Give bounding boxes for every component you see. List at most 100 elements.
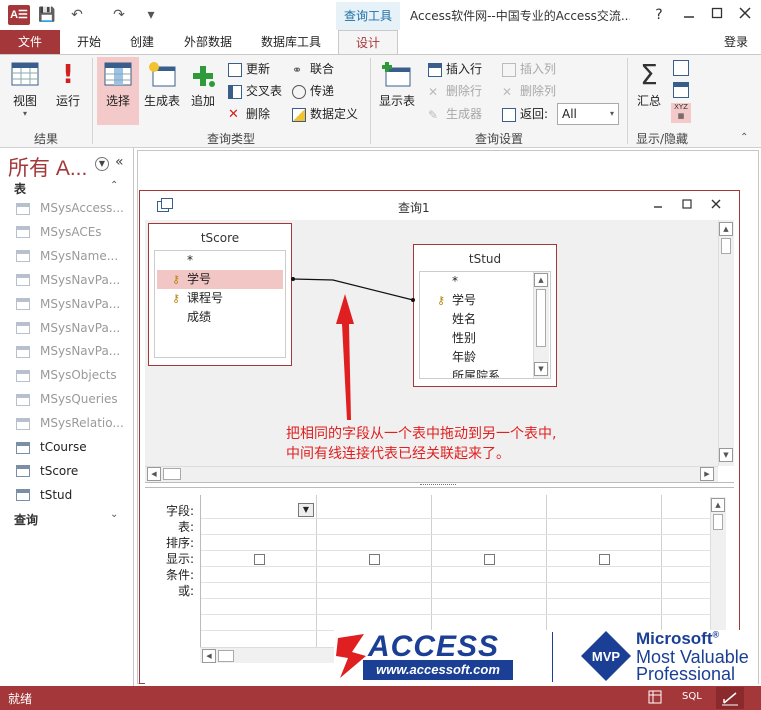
close-icon (711, 199, 721, 209)
nav-table-item[interactable]: MSysObjects (16, 364, 131, 386)
property-sheet-icon[interactable] (673, 82, 689, 98)
tab-create[interactable]: 创建 (122, 30, 162, 54)
help-button[interactable]: ? (648, 4, 670, 26)
datasheet-view-status-icon[interactable] (648, 690, 662, 704)
union-button[interactable]: ⚭ 联合 (292, 59, 334, 79)
return-select[interactable]: All ▾ (557, 103, 619, 125)
scroll-thumb[interactable] (218, 650, 234, 662)
nav-table-item[interactable]: MSysName... (16, 245, 131, 267)
design-area-horizontal-scrollbar[interactable]: ◀ ▶ (145, 466, 718, 482)
nav-table-item[interactable]: tCourse (16, 436, 131, 458)
access-app-icon[interactable]: A☰ (8, 5, 30, 25)
grid-vertical-scrollbar[interactable]: ▲ (710, 497, 726, 647)
join-line[interactable] (292, 278, 414, 301)
nav-table-item[interactable]: MSysNavPa... (16, 269, 131, 291)
scroll-down-icon[interactable]: ▼ (719, 448, 733, 462)
scroll-thumb[interactable] (721, 238, 731, 254)
parameters-icon[interactable] (673, 60, 689, 76)
grid-row-divider (201, 582, 711, 583)
nav-table-item[interactable]: MSysNavPa... (16, 293, 131, 315)
customize-quick-access-icon[interactable]: ▾ (142, 6, 160, 24)
show-checkbox[interactable] (599, 554, 610, 565)
return-label: 返回: (520, 107, 549, 121)
update-button[interactable]: 更新 (228, 59, 270, 79)
pass-through-button[interactable]: 传递 (292, 81, 334, 101)
delete-rows-button[interactable]: ✕ 删除行 (428, 81, 482, 101)
nav-group-tables[interactable]: 表 (14, 180, 26, 197)
scroll-right-icon[interactable]: ▶ (700, 467, 714, 481)
append-icon (193, 66, 215, 87)
tab-design[interactable]: 设计 (338, 30, 398, 55)
field-dropdown-button[interactable]: ▼ (298, 503, 314, 517)
builder-button[interactable]: ✎ 生成器 (428, 104, 482, 124)
query-restore-button[interactable] (677, 196, 697, 216)
sql-view-button[interactable]: SQL (682, 691, 702, 702)
nav-table-item[interactable]: MSysNavPa... (16, 317, 131, 339)
nav-table-item[interactable]: MSysACEs (16, 221, 131, 243)
nav-table-item[interactable]: tScore (16, 460, 131, 482)
chevron-up-icon[interactable]: ⌃ (110, 180, 118, 191)
tab-external-data[interactable]: 外部数据 (176, 30, 240, 54)
nav-table-item[interactable]: MSysAccess... (16, 197, 131, 219)
scroll-left-icon[interactable]: ◀ (202, 649, 216, 663)
crosstab-label: 交叉表 (246, 84, 283, 98)
show-checkbox[interactable] (369, 554, 380, 565)
scroll-left-icon[interactable]: ◀ (147, 467, 161, 481)
show-checkbox[interactable] (254, 554, 265, 565)
show-checkbox[interactable] (484, 554, 495, 565)
nav-table-label: MSysNavPa... (40, 272, 121, 287)
restore-button[interactable] (706, 4, 728, 26)
query-setup-group-label: 查询设置 (474, 132, 523, 146)
nav-pane-title[interactable]: 所有 A... (8, 152, 87, 182)
tab-file[interactable]: 文件 (0, 30, 60, 54)
close-button[interactable] (734, 4, 756, 26)
access-logo-url: www.accessoft.com (363, 660, 513, 680)
make-table-button[interactable]: 生成表 (142, 60, 182, 109)
select-query-button[interactable]: 选择 (97, 57, 139, 125)
show-table-button[interactable]: 显示表 (376, 60, 418, 109)
nav-menu-dropdown-icon[interactable]: ▼ (95, 157, 109, 171)
nav-table-item[interactable]: MSysRelatio... (16, 412, 131, 434)
mvp-microsoft-text: Microsoft® (636, 629, 719, 649)
insert-columns-button[interactable]: 插入列 (502, 59, 556, 79)
append-button[interactable]: 追加 (186, 60, 220, 109)
redo-icon[interactable]: ↷ (110, 6, 128, 24)
minimize-button[interactable] (678, 4, 700, 26)
chevron-down-icon[interactable]: ⌄ (110, 509, 118, 520)
query-minimize-button[interactable] (648, 196, 668, 216)
delete-query-button[interactable]: ✕ 删除 (228, 104, 270, 124)
undo-icon[interactable]: ↶ (68, 6, 86, 24)
table-icon (16, 345, 30, 358)
scroll-thumb[interactable] (713, 514, 723, 530)
scroll-thumb[interactable] (163, 468, 181, 480)
query-close-button[interactable] (706, 196, 726, 216)
ribbon-separator (92, 58, 93, 144)
table-names-icon[interactable]: XYZ ▦ (671, 103, 691, 123)
data-definition-button[interactable]: 数据定义 (292, 104, 358, 124)
login-link[interactable]: 登录 (724, 30, 760, 54)
run-button[interactable]: ! 运行 (52, 60, 84, 109)
nav-collapse-icon[interactable]: « (115, 154, 124, 170)
tab-database-tools[interactable]: 数据库工具 (254, 30, 328, 54)
save-icon[interactable]: 💾 (38, 6, 56, 24)
logo-divider (552, 632, 553, 682)
nav-group-queries[interactable]: 查询 (14, 511, 38, 528)
select-query-label: 选择 (105, 94, 130, 108)
collapse-ribbon-icon[interactable]: ⌃ (740, 132, 748, 143)
nav-table-item[interactable]: tStud (16, 484, 131, 506)
grid-row-label-criteria: 条件: (165, 568, 194, 582)
totals-button[interactable]: Σ 汇总 (632, 60, 666, 109)
grid-columns (200, 495, 711, 647)
tab-home[interactable]: 开始 (68, 30, 110, 54)
nav-table-item[interactable]: MSysQueries (16, 388, 131, 410)
scroll-up-icon[interactable]: ▲ (719, 222, 733, 236)
insert-rows-button[interactable]: 插入行 (428, 59, 482, 79)
grid-horizontal-scrollbar[interactable]: ◀ (200, 647, 334, 663)
design-area-vertical-scrollbar[interactable]: ▲ ▼ (718, 220, 734, 466)
view-button[interactable]: 视图 ▾ (6, 60, 44, 118)
nav-table-item[interactable]: MSysNavPa... (16, 340, 131, 362)
crosstab-button[interactable]: 交叉表 (228, 81, 282, 101)
design-view-status-button[interactable] (716, 687, 744, 709)
scroll-up-icon[interactable]: ▲ (711, 498, 725, 512)
delete-columns-button[interactable]: ✕ 删除列 (502, 81, 556, 101)
